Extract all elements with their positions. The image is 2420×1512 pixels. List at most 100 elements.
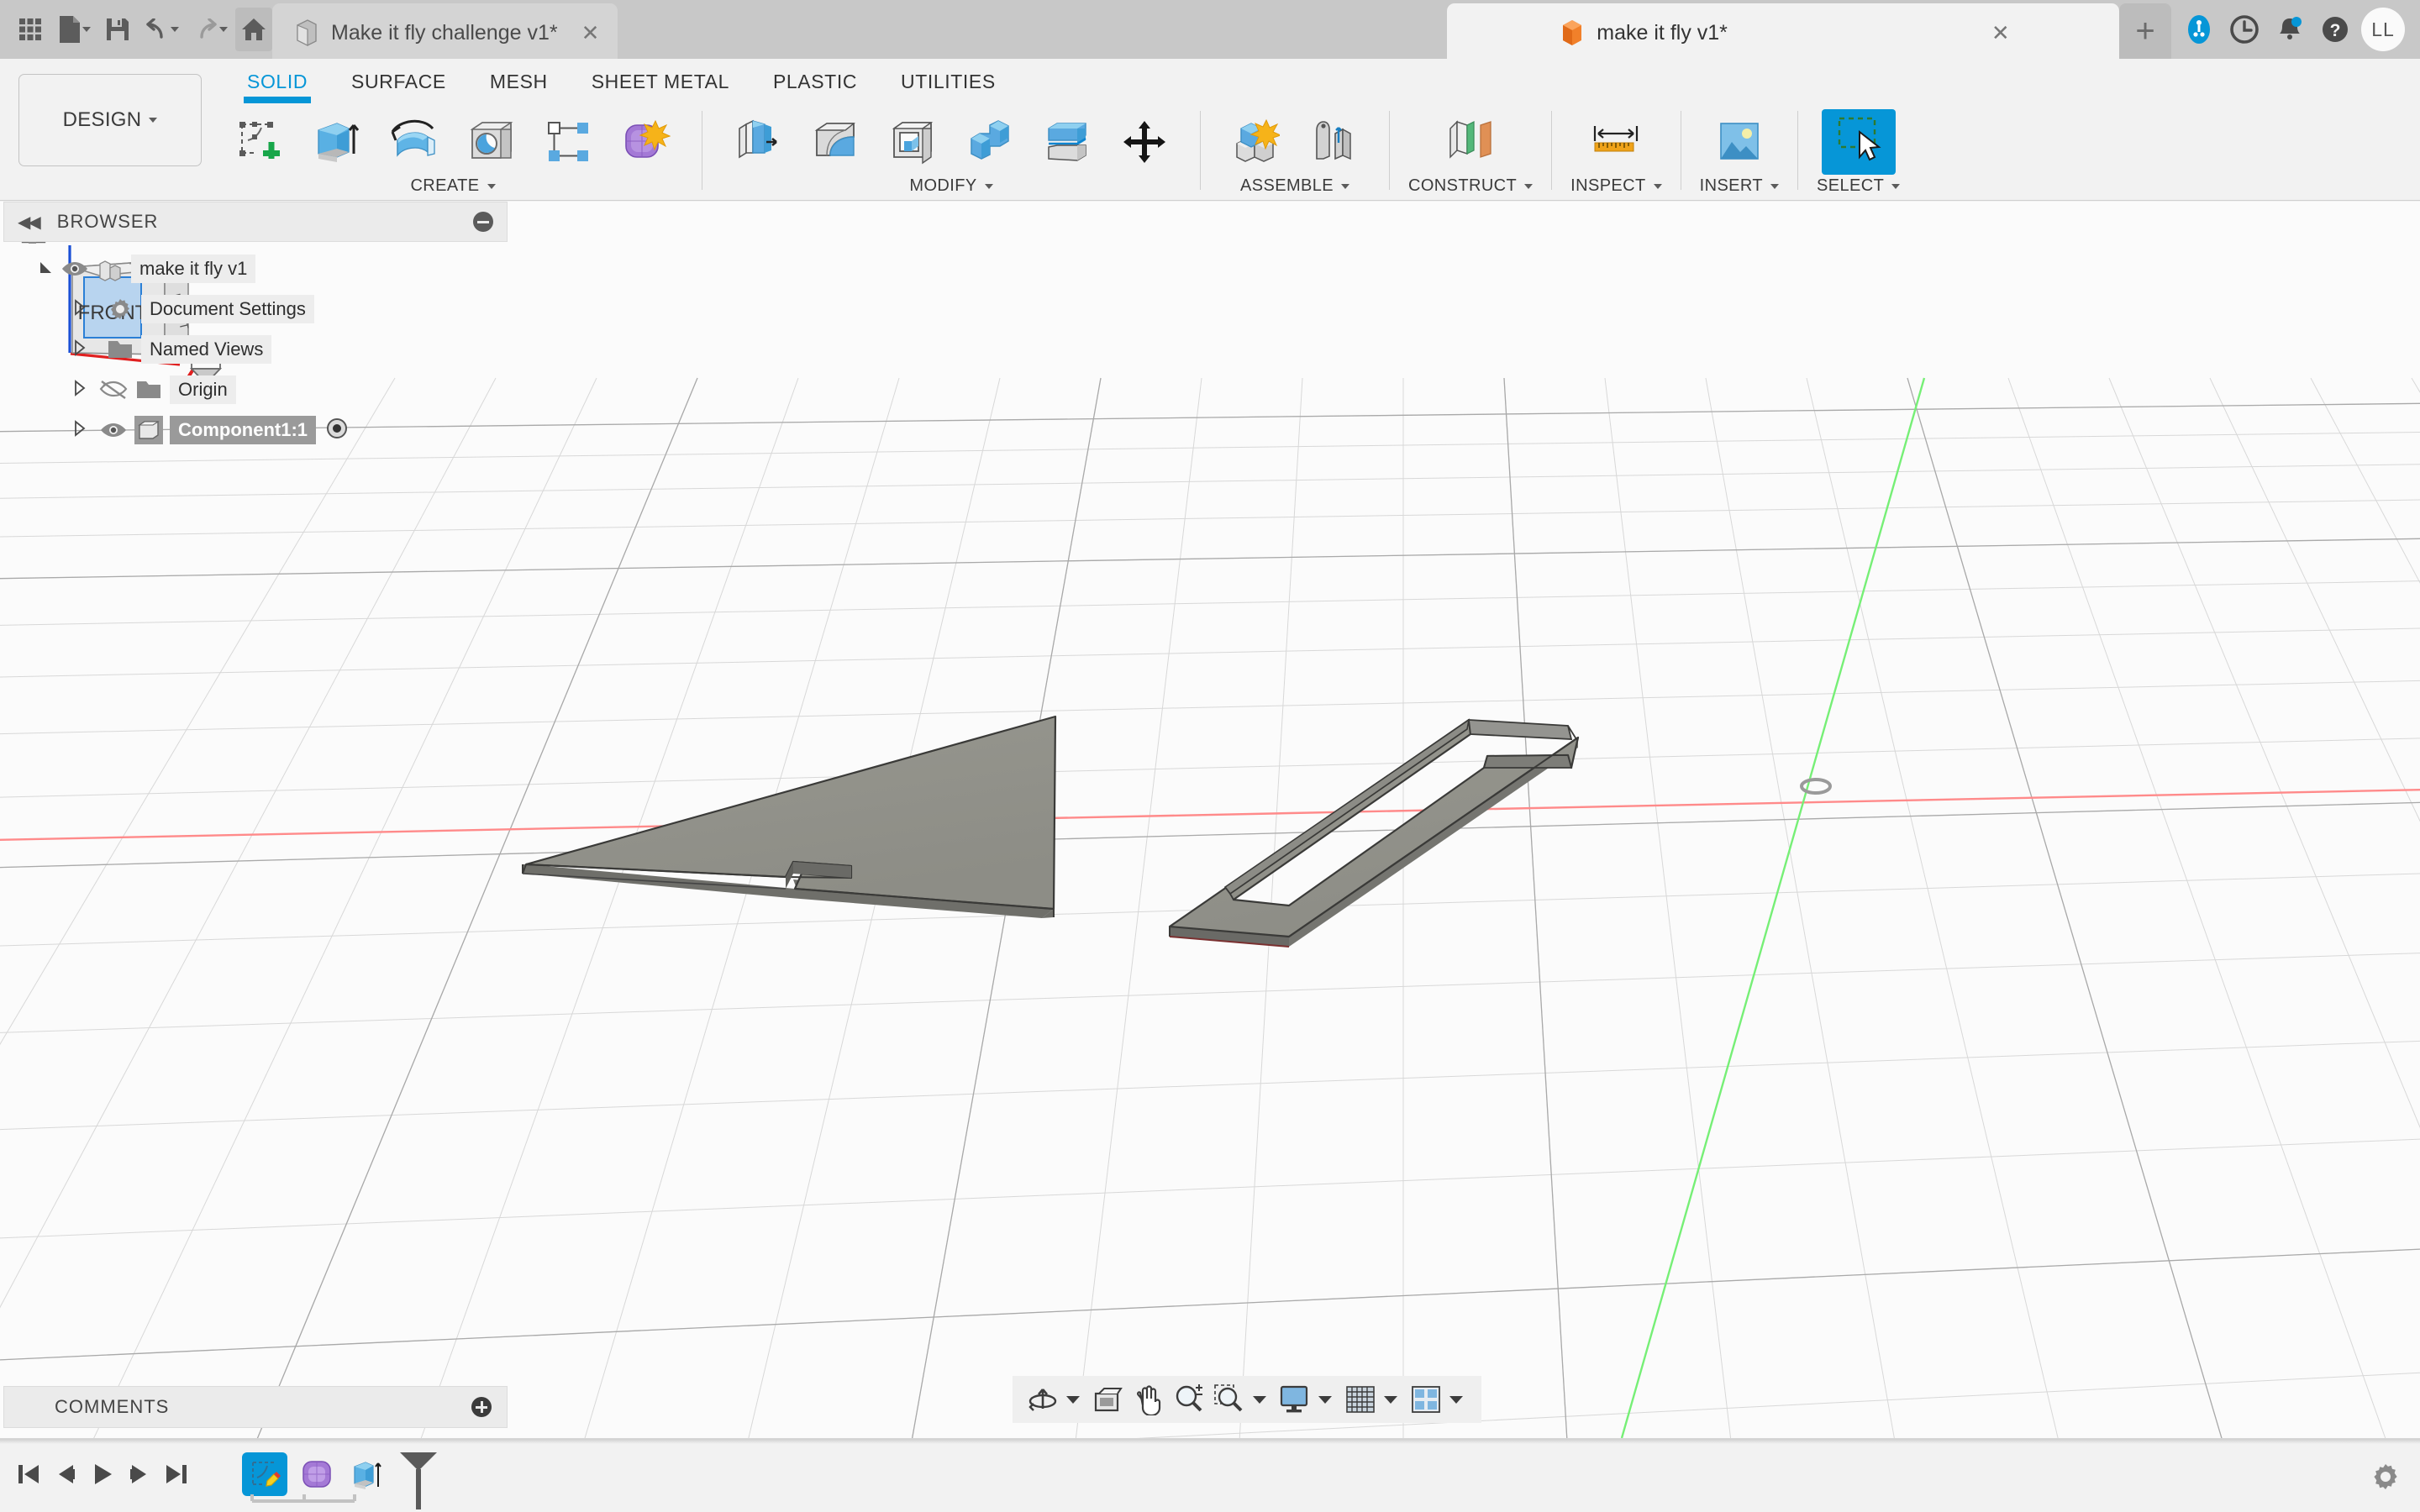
grid-snaps-button[interactable] (1342, 1380, 1379, 1419)
go-to-beginning-button[interactable] (12, 1451, 45, 1498)
close-icon[interactable]: ✕ (1991, 22, 2010, 44)
tab-plastic[interactable]: PLASTIC (751, 59, 879, 93)
browser-row-component1[interactable]: Component1:1 (3, 410, 508, 450)
press-pull-button[interactable] (721, 109, 795, 175)
extrude-feature[interactable] (346, 1452, 392, 1496)
group-label-text: SELECT (1817, 176, 1884, 196)
fit-dropdown-caret[interactable] (1253, 1396, 1266, 1404)
ribbon-group-label-construct[interactable]: CONSTRUCT (1408, 176, 1533, 196)
go-to-end-button[interactable] (160, 1451, 193, 1498)
notifications-icon[interactable] (2270, 10, 2309, 49)
twisty-closed-icon[interactable] (67, 380, 92, 401)
help-icon[interactable]: ? (2316, 10, 2354, 49)
move-copy-button[interactable] (1107, 109, 1181, 175)
zoom-button[interactable] (1171, 1380, 1207, 1419)
twisty-closed-icon[interactable] (67, 420, 92, 441)
ribbon-group-label-select[interactable]: SELECT (1817, 176, 1900, 196)
save-icon[interactable] (99, 8, 136, 51)
activate-component-radio[interactable] (324, 416, 350, 445)
display-settings-button[interactable] (1276, 1380, 1313, 1419)
combine-button[interactable] (953, 109, 1027, 175)
fit-button[interactable] (1211, 1380, 1248, 1419)
create-form-button[interactable] (609, 109, 683, 175)
tab-solid[interactable]: SOLID (225, 59, 329, 93)
chevron-down-icon (1341, 184, 1349, 189)
redo-icon[interactable] (187, 8, 234, 51)
viewports-dropdown-caret[interactable] (1449, 1396, 1463, 1404)
twisty-open-icon[interactable] (34, 258, 59, 281)
ribbon-group-label-modify[interactable]: MODIFY (909, 176, 992, 196)
tab-sheet-metal[interactable]: SHEET METAL (570, 59, 751, 93)
add-comment-icon[interactable] (471, 1397, 492, 1417)
file-dropdown-caret[interactable] (82, 27, 91, 32)
browser-row-root[interactable]: make it fly v1 (3, 249, 508, 289)
workspace-selector[interactable]: DESIGN (18, 74, 202, 166)
measure-button[interactable] (1579, 109, 1653, 175)
browser-row-named-views[interactable]: Named Views (3, 329, 508, 370)
browser-item-label[interactable]: Component1:1 (170, 416, 316, 444)
ribbon-group-label-insert[interactable]: INSERT (1700, 176, 1779, 196)
document-tab-1[interactable]: make it fly v1* ✕ (1447, 3, 2119, 62)
form-feature[interactable] (294, 1452, 339, 1496)
browser-item-label[interactable]: Document Settings (141, 295, 314, 323)
revolve-button[interactable] (377, 109, 451, 175)
split-face-button[interactable] (1030, 109, 1104, 175)
app-grid-icon[interactable] (12, 8, 49, 51)
document-tab-0[interactable]: Make it fly challenge v1* ✕ (272, 3, 618, 62)
extrude-button[interactable] (300, 109, 374, 175)
browser-item-label[interactable]: Named Views (141, 335, 271, 364)
close-icon[interactable]: ✕ (581, 22, 600, 44)
extensions-icon[interactable] (2180, 10, 2218, 49)
ribbon-group-label-create[interactable]: CREATE (410, 176, 495, 196)
create-sketch-button[interactable] (223, 109, 297, 175)
offset-plane-button[interactable] (1434, 109, 1507, 175)
sketch-feature[interactable] (242, 1452, 287, 1496)
file-icon[interactable] (50, 8, 97, 51)
avatar[interactable]: LL (2361, 8, 2405, 51)
collapse-panel-icon[interactable]: ◀◀ (18, 212, 39, 233)
comments-panel-header[interactable]: COMMENTS (3, 1386, 508, 1428)
grid-dropdown-caret[interactable] (1384, 1396, 1397, 1404)
undo-dropdown-caret[interactable] (171, 27, 179, 32)
job-status-icon[interactable] (2225, 10, 2264, 49)
sphere-button[interactable] (455, 109, 529, 175)
fillet-button[interactable] (798, 109, 872, 175)
tab-utilities[interactable]: UTILITIES (879, 59, 1018, 93)
tab-mesh[interactable]: MESH (468, 59, 570, 93)
look-at-button[interactable] (1090, 1380, 1127, 1419)
browser-item-label[interactable]: make it fly v1 (131, 255, 255, 283)
new-tab-button[interactable]: + (2119, 3, 2171, 59)
play-button[interactable] (86, 1451, 119, 1498)
visibility-eye-icon[interactable] (97, 417, 129, 443)
browser-row-origin[interactable]: Origin (3, 370, 508, 410)
ribbon-group-label-assemble[interactable]: ASSEMBLE (1240, 176, 1349, 196)
pan-button[interactable] (1130, 1380, 1167, 1419)
select-tool-button[interactable] (1822, 109, 1896, 175)
insert-canvas-button[interactable] (1702, 109, 1776, 175)
visibility-eye-icon[interactable] (59, 256, 91, 281)
browser-row-document-settings[interactable]: Document Settings (3, 289, 508, 329)
twisty-closed-icon[interactable] (67, 299, 92, 320)
ribbon-group-label-inspect[interactable]: INSPECT (1570, 176, 1661, 196)
step-forward-button[interactable] (123, 1451, 156, 1498)
twisty-closed-icon[interactable] (67, 339, 92, 360)
new-component-button[interactable] (1219, 109, 1293, 175)
divider (1797, 111, 1798, 190)
shell-button[interactable] (876, 109, 950, 175)
tab-surface[interactable]: SURFACE (329, 59, 468, 93)
settings-gear-icon[interactable] (2370, 1461, 2402, 1497)
viewports-button[interactable] (1407, 1380, 1444, 1419)
assembly-icon (96, 255, 124, 283)
joint-button[interactable] (1297, 109, 1370, 175)
undo-icon[interactable] (138, 8, 185, 51)
redo-dropdown-caret[interactable] (219, 27, 228, 32)
step-back-button[interactable] (49, 1451, 82, 1498)
browser-item-label[interactable]: Origin (170, 375, 236, 404)
home-icon[interactable] (235, 8, 272, 51)
display-dropdown-caret[interactable] (1318, 1396, 1332, 1404)
orbit-dropdown-caret[interactable] (1066, 1396, 1080, 1404)
visibility-hidden-icon[interactable] (97, 377, 129, 402)
pattern-button[interactable] (532, 109, 606, 175)
orbit-button[interactable] (1024, 1380, 1061, 1419)
collapse-all-icon[interactable] (473, 212, 493, 232)
